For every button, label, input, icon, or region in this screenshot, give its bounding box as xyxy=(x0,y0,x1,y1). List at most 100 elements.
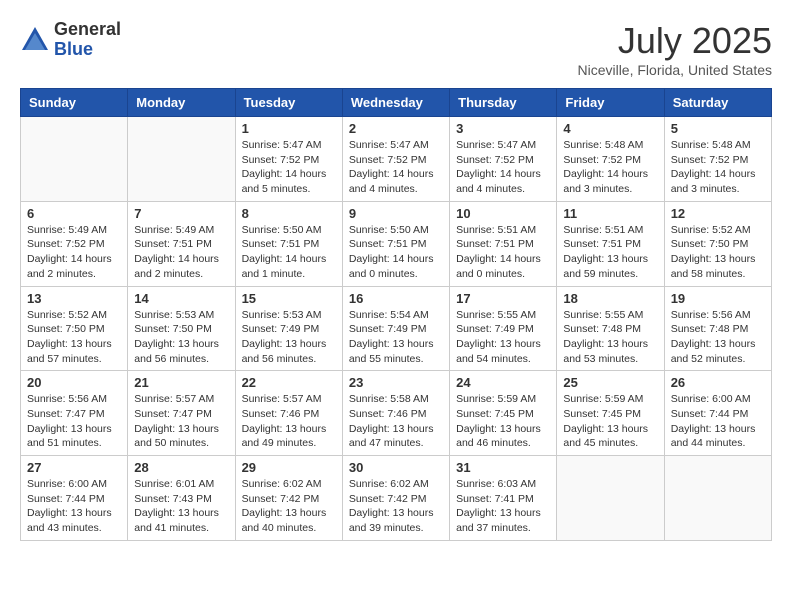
day-info: Sunrise: 6:00 AM Sunset: 7:44 PM Dayligh… xyxy=(671,392,765,451)
day-info: Sunrise: 5:59 AM Sunset: 7:45 PM Dayligh… xyxy=(456,392,550,451)
day-number: 22 xyxy=(242,375,336,390)
calendar-cell: 30 Sunrise: 6:02 AM Sunset: 7:42 PM Dayli… xyxy=(342,456,449,541)
calendar-cell: 29 Sunrise: 6:02 AM Sunset: 7:42 PM Dayli… xyxy=(235,456,342,541)
day-info: Sunrise: 5:52 AM Sunset: 7:50 PM Dayligh… xyxy=(27,308,121,367)
calendar-cell: 2 Sunrise: 5:47 AM Sunset: 7:52 PM Daylig… xyxy=(342,117,449,202)
day-info: Sunrise: 5:51 AM Sunset: 7:51 PM Dayligh… xyxy=(456,223,550,282)
calendar-cell: 17 Sunrise: 5:55 AM Sunset: 7:49 PM Dayli… xyxy=(450,286,557,371)
column-header-thursday: Thursday xyxy=(450,89,557,117)
day-info: Sunrise: 5:51 AM Sunset: 7:51 PM Dayligh… xyxy=(563,223,657,282)
calendar-cell: 9 Sunrise: 5:50 AM Sunset: 7:51 PM Daylig… xyxy=(342,201,449,286)
calendar-cell: 7Sunrise: 5:49 AM Sunset: 7:51 PM Daylig… xyxy=(128,201,235,286)
calendar-cell: 31 Sunrise: 6:03 AM Sunset: 7:41 PM Dayli… xyxy=(450,456,557,541)
day-number: 3 xyxy=(456,121,550,136)
week-row-4: 20Sunrise: 5:56 AM Sunset: 7:47 PM Dayli… xyxy=(21,371,772,456)
calendar-cell: 4Sunrise: 5:48 AM Sunset: 7:52 PM Daylig… xyxy=(557,117,664,202)
day-number: 31 xyxy=(456,460,550,475)
column-header-monday: Monday xyxy=(128,89,235,117)
week-row-1: 1 Sunrise: 5:47 AM Sunset: 7:52 PM Daylig… xyxy=(21,117,772,202)
day-number: 30 xyxy=(349,460,443,475)
day-number: 17 xyxy=(456,291,550,306)
calendar-header: SundayMondayTuesdayWednesdayThursdayFrid… xyxy=(21,89,772,117)
day-info: Sunrise: 5:52 AM Sunset: 7:50 PM Dayligh… xyxy=(671,223,765,282)
day-info: Sunrise: 5:54 AM Sunset: 7:49 PM Dayligh… xyxy=(349,308,443,367)
week-row-3: 13 Sunrise: 5:52 AM Sunset: 7:50 PM Dayli… xyxy=(21,286,772,371)
day-number: 6 xyxy=(27,206,121,221)
day-number: 25 xyxy=(563,375,657,390)
calendar-cell xyxy=(557,456,664,541)
day-info: Sunrise: 6:00 AM Sunset: 7:44 PM Dayligh… xyxy=(27,477,121,536)
title-area: July 2025 Niceville, Florida, United Sta… xyxy=(577,20,772,78)
week-row-2: 6 Sunrise: 5:49 AM Sunset: 7:52 PM Daylig… xyxy=(21,201,772,286)
day-info: Sunrise: 6:02 AM Sunset: 7:42 PM Dayligh… xyxy=(349,477,443,536)
day-number: 18 xyxy=(563,291,657,306)
calendar-cell: 25 Sunrise: 5:59 AM Sunset: 7:45 PM Dayli… xyxy=(557,371,664,456)
day-info: Sunrise: 6:02 AM Sunset: 7:42 PM Dayligh… xyxy=(242,477,336,536)
calendar-cell: 1 Sunrise: 5:47 AM Sunset: 7:52 PM Daylig… xyxy=(235,117,342,202)
calendar-cell: 24Sunrise: 5:59 AM Sunset: 7:45 PM Dayli… xyxy=(450,371,557,456)
day-number: 4 xyxy=(563,121,657,136)
day-number: 15 xyxy=(242,291,336,306)
day-headers-row: SundayMondayTuesdayWednesdayThursdayFrid… xyxy=(21,89,772,117)
day-info: Sunrise: 5:48 AM Sunset: 7:52 PM Dayligh… xyxy=(671,138,765,197)
day-number: 1 xyxy=(242,121,336,136)
day-info: Sunrise: 5:47 AM Sunset: 7:52 PM Dayligh… xyxy=(242,138,336,197)
day-info: Sunrise: 5:50 AM Sunset: 7:51 PM Dayligh… xyxy=(349,223,443,282)
calendar-cell: 16 Sunrise: 5:54 AM Sunset: 7:49 PM Dayli… xyxy=(342,286,449,371)
day-number: 21 xyxy=(134,375,228,390)
calendar-cell xyxy=(21,117,128,202)
day-number: 8 xyxy=(242,206,336,221)
day-info: Sunrise: 5:57 AM Sunset: 7:46 PM Dayligh… xyxy=(242,392,336,451)
calendar-cell: 23Sunrise: 5:58 AM Sunset: 7:46 PM Dayli… xyxy=(342,371,449,456)
day-info: Sunrise: 5:55 AM Sunset: 7:49 PM Dayligh… xyxy=(456,308,550,367)
day-number: 7 xyxy=(134,206,228,221)
calendar-cell: 19 Sunrise: 5:56 AM Sunset: 7:48 PM Dayli… xyxy=(664,286,771,371)
calendar-cell: 21Sunrise: 5:57 AM Sunset: 7:47 PM Dayli… xyxy=(128,371,235,456)
day-number: 29 xyxy=(242,460,336,475)
day-number: 9 xyxy=(349,206,443,221)
calendar-cell xyxy=(664,456,771,541)
day-number: 2 xyxy=(349,121,443,136)
logo-general: General xyxy=(54,20,121,40)
calendar-table: SundayMondayTuesdayWednesdayThursdayFrid… xyxy=(20,88,772,541)
day-number: 27 xyxy=(27,460,121,475)
day-info: Sunrise: 5:59 AM Sunset: 7:45 PM Dayligh… xyxy=(563,392,657,451)
logo-icon xyxy=(20,25,50,55)
day-info: Sunrise: 6:03 AM Sunset: 7:41 PM Dayligh… xyxy=(456,477,550,536)
column-header-tuesday: Tuesday xyxy=(235,89,342,117)
week-row-5: 27 Sunrise: 6:00 AM Sunset: 7:44 PM Dayli… xyxy=(21,456,772,541)
calendar-cell: 6 Sunrise: 5:49 AM Sunset: 7:52 PM Daylig… xyxy=(21,201,128,286)
day-info: Sunrise: 5:56 AM Sunset: 7:48 PM Dayligh… xyxy=(671,308,765,367)
day-info: Sunrise: 6:01 AM Sunset: 7:43 PM Dayligh… xyxy=(134,477,228,536)
day-info: Sunrise: 5:47 AM Sunset: 7:52 PM Dayligh… xyxy=(349,138,443,197)
calendar-cell: 13 Sunrise: 5:52 AM Sunset: 7:50 PM Dayli… xyxy=(21,286,128,371)
calendar-cell: 20Sunrise: 5:56 AM Sunset: 7:47 PM Dayli… xyxy=(21,371,128,456)
day-number: 19 xyxy=(671,291,765,306)
day-number: 13 xyxy=(27,291,121,306)
day-number: 20 xyxy=(27,375,121,390)
column-header-wednesday: Wednesday xyxy=(342,89,449,117)
calendar-cell: 8Sunrise: 5:50 AM Sunset: 7:51 PM Daylig… xyxy=(235,201,342,286)
column-header-sunday: Sunday xyxy=(21,89,128,117)
calendar-cell: 18 Sunrise: 5:55 AM Sunset: 7:48 PM Dayli… xyxy=(557,286,664,371)
calendar-cell: 10Sunrise: 5:51 AM Sunset: 7:51 PM Dayli… xyxy=(450,201,557,286)
location: Niceville, Florida, United States xyxy=(577,62,772,78)
day-number: 16 xyxy=(349,291,443,306)
logo: General Blue xyxy=(20,20,121,60)
day-number: 23 xyxy=(349,375,443,390)
day-info: Sunrise: 5:55 AM Sunset: 7:48 PM Dayligh… xyxy=(563,308,657,367)
calendar-cell: 5 Sunrise: 5:48 AM Sunset: 7:52 PM Daylig… xyxy=(664,117,771,202)
day-number: 5 xyxy=(671,121,765,136)
calendar-cell: 3 Sunrise: 5:47 AM Sunset: 7:52 PM Daylig… xyxy=(450,117,557,202)
day-info: Sunrise: 5:53 AM Sunset: 7:49 PM Dayligh… xyxy=(242,308,336,367)
calendar-cell: 15 Sunrise: 5:53 AM Sunset: 7:49 PM Dayli… xyxy=(235,286,342,371)
day-info: Sunrise: 5:47 AM Sunset: 7:52 PM Dayligh… xyxy=(456,138,550,197)
day-number: 26 xyxy=(671,375,765,390)
day-number: 12 xyxy=(671,206,765,221)
calendar-cell xyxy=(128,117,235,202)
logo-blue: Blue xyxy=(54,40,121,60)
calendar-cell: 27 Sunrise: 6:00 AM Sunset: 7:44 PM Dayli… xyxy=(21,456,128,541)
logo-text: General Blue xyxy=(54,20,121,60)
day-info: Sunrise: 5:49 AM Sunset: 7:52 PM Dayligh… xyxy=(27,223,121,282)
column-header-friday: Friday xyxy=(557,89,664,117)
